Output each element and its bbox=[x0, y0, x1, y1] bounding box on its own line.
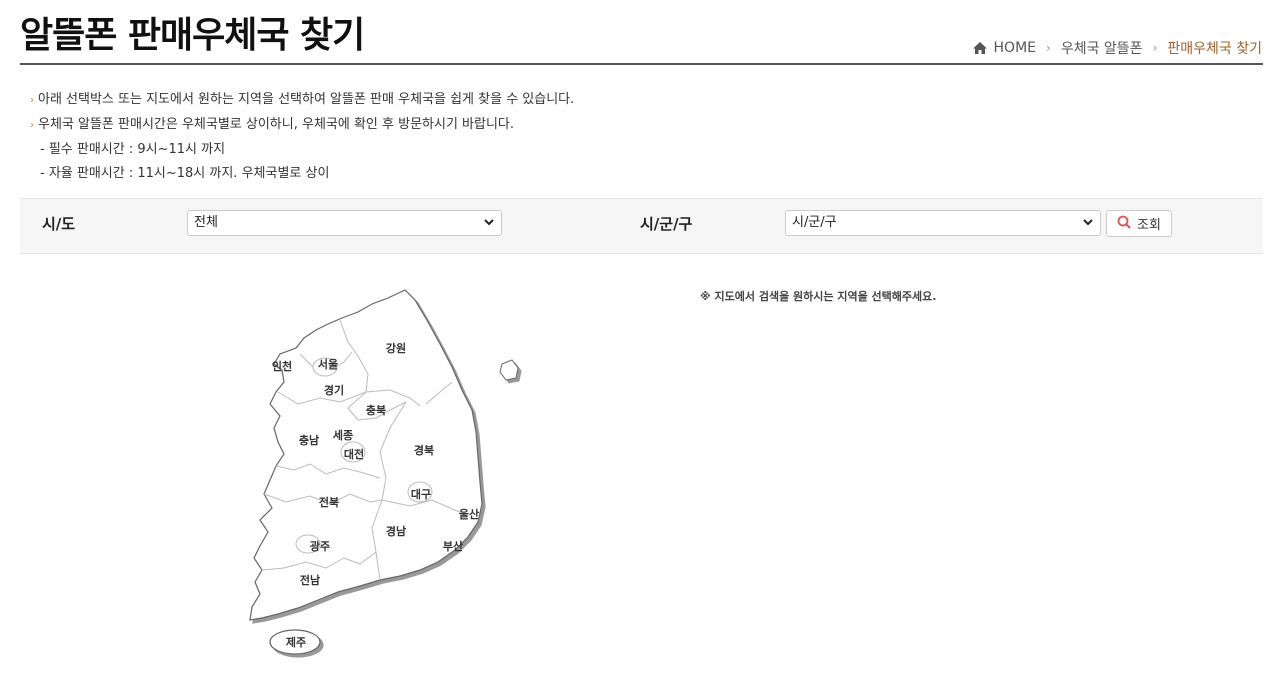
breadcrumb-level1[interactable]: 우체국 알뜰폰 bbox=[1061, 38, 1143, 58]
region-label-gyeongnam[interactable]: 경남 bbox=[386, 524, 406, 538]
search-button[interactable]: 조회 bbox=[1106, 210, 1172, 237]
search-button-label: 조회 bbox=[1137, 218, 1161, 233]
note-item: › 우체국 알뜰폰 판매시간은 우체국별로 상이하니, 우체국에 확인 후 방문하… bbox=[30, 117, 515, 132]
breadcrumb: HOME › 우체국 알뜰폰 › 판매우체국 찾기 bbox=[972, 38, 1262, 58]
region-label-seoul[interactable]: 서울 bbox=[318, 357, 338, 371]
map-hint: ※ 지도에서 검색을 원하시는 지역을 선택해주세요. bbox=[700, 290, 937, 303]
page-title: 알뜰폰 판매우체국 찾기 bbox=[20, 15, 365, 56]
ulleungdo-island bbox=[499, 359, 519, 381]
region-label-daejeon[interactable]: 대전 bbox=[344, 447, 364, 461]
sido-select-value: 전체 bbox=[194, 215, 218, 230]
region-label-busan[interactable]: 부산 bbox=[443, 539, 463, 553]
notes: › 아래 선택박스 또는 지도에서 원하는 지역을 선택하여 알뜰폰 판매 우체국… bbox=[30, 88, 574, 186]
region-label-chungbuk[interactable]: 충북 bbox=[366, 403, 386, 417]
chevron-right-icon: › bbox=[1152, 41, 1158, 55]
region-label-jeju[interactable]: 제주 bbox=[286, 635, 306, 649]
bullet-icon: › bbox=[30, 95, 34, 106]
region-label-incheon[interactable]: 인천 bbox=[272, 359, 292, 373]
region-label-gyeongbuk[interactable]: 경북 bbox=[414, 443, 434, 457]
sido-select[interactable]: 전체 bbox=[187, 210, 502, 236]
filter-bar: 시/도 전체 시/군/구 시/군/구 조회 bbox=[20, 198, 1263, 254]
home-icon[interactable] bbox=[972, 41, 988, 55]
region-label-gwangju[interactable]: 광주 bbox=[310, 540, 330, 553]
region-label-gyeonggi[interactable]: 경기 bbox=[324, 383, 344, 397]
region-label-jeonnam[interactable]: 전남 bbox=[300, 573, 320, 587]
sigungu-label: 시/군/구 bbox=[640, 215, 693, 233]
note-subitem: - 필수 판매시간 : 9시~11시 까지 bbox=[40, 142, 226, 157]
korea-map[interactable]: 인천 서울 강원 경기 충북 충남 세종 대전 경북 대구 전북 울산 경남 광… bbox=[240, 282, 530, 667]
region-label-ulsan[interactable]: 울산 bbox=[459, 507, 479, 521]
note-item: › 아래 선택박스 또는 지도에서 원하는 지역을 선택하여 알뜰폰 판매 우체국… bbox=[30, 92, 575, 107]
region-label-gangwon[interactable]: 강원 bbox=[386, 341, 406, 355]
region-label-jeonbuk[interactable]: 전북 bbox=[319, 495, 339, 509]
note-subitem: - 자율 판매시간 : 11시~18시 까지. 우체국별로 상이 bbox=[40, 166, 330, 181]
mainland-outline bbox=[249, 289, 483, 621]
region-label-sejong[interactable]: 세종 bbox=[333, 428, 353, 442]
bullet-icon: › bbox=[30, 120, 34, 131]
region-label-chungnam[interactable]: 충남 bbox=[299, 433, 319, 447]
search-icon bbox=[1117, 215, 1131, 233]
breadcrumb-current: 판매우체국 찾기 bbox=[1167, 41, 1262, 57]
sigungu-select-value: 시/군/구 bbox=[792, 215, 837, 230]
chevron-right-icon: › bbox=[1046, 41, 1051, 55]
sigungu-select[interactable]: 시/군/구 bbox=[785, 210, 1101, 236]
breadcrumb-home[interactable]: HOME bbox=[994, 40, 1036, 56]
title-divider bbox=[20, 63, 1263, 65]
chevron-down-icon bbox=[483, 212, 495, 243]
chevron-down-icon bbox=[1082, 212, 1094, 243]
sido-label: 시/도 bbox=[42, 215, 76, 233]
region-label-daegu[interactable]: 대구 bbox=[411, 487, 431, 501]
